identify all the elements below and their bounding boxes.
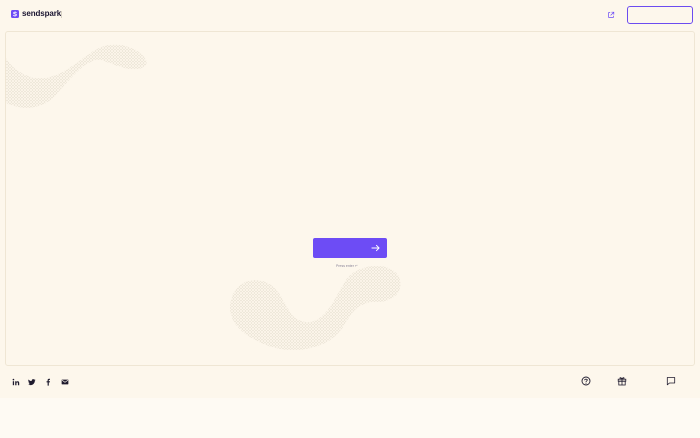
- arrow-right-icon: [371, 244, 380, 252]
- decorative-pattern-bottom: [230, 265, 401, 350]
- top-bar: sendspark: [0, 0, 700, 31]
- email-icon[interactable]: [61, 378, 69, 386]
- footer-strip: [0, 398, 700, 438]
- sendspark-logo-icon: [11, 9, 19, 18]
- continue-button[interactable]: [313, 238, 387, 258]
- linkedin-icon[interactable]: [12, 378, 20, 386]
- divider: [61, 11, 62, 18]
- twitter-icon[interactable]: [28, 378, 36, 386]
- gift-icon[interactable]: [617, 376, 627, 386]
- brand-name: sendspark: [22, 9, 62, 18]
- bottom-bar: [0, 371, 700, 393]
- enter-hint: Press enter ↵: [336, 264, 358, 268]
- brand-logo[interactable]: sendspark: [11, 9, 61, 18]
- decorative-pattern-top: [6, 44, 147, 108]
- main-canvas: [5, 31, 695, 366]
- facebook-icon[interactable]: [44, 378, 52, 386]
- header-action-button[interactable]: [627, 6, 693, 24]
- chat-icon[interactable]: [666, 376, 676, 386]
- help-icon[interactable]: [581, 376, 591, 386]
- external-link-icon[interactable]: [607, 11, 615, 19]
